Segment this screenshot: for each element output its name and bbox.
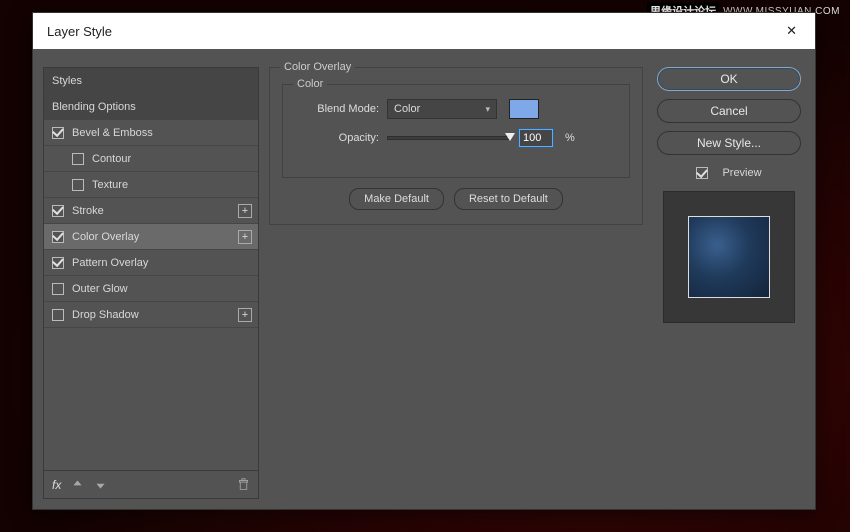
close-icon[interactable]: ✕ (778, 19, 805, 43)
style-label: Texture (92, 179, 128, 191)
ok-button[interactable]: OK (657, 67, 801, 91)
style-label: Drop Shadow (72, 309, 139, 321)
dialog-title: Layer Style (47, 24, 112, 39)
style-bevel-emboss[interactable]: Bevel & Emboss (44, 120, 258, 146)
styles-footer: fx (43, 471, 259, 499)
style-texture[interactable]: Texture (44, 172, 258, 198)
blend-mode-label: Blend Mode: (295, 103, 379, 115)
styles-header[interactable]: Styles (44, 68, 258, 94)
preview-box (663, 191, 795, 323)
trash-icon[interactable] (237, 478, 250, 491)
checkbox-icon[interactable] (52, 257, 64, 269)
arrow-down-icon[interactable] (94, 478, 107, 491)
style-label: Pattern Overlay (72, 257, 148, 269)
blend-mode-row: Blend Mode: Color ▾ (295, 99, 617, 119)
style-label: Bevel & Emboss (72, 127, 153, 139)
plus-icon[interactable]: + (238, 204, 252, 218)
style-outer-glow[interactable]: Outer Glow (44, 276, 258, 302)
opacity-row: Opacity: % (295, 129, 617, 147)
styles-panel: Styles Blending Options Bevel & Emboss C… (43, 67, 259, 499)
styles-list: Styles Blending Options Bevel & Emboss C… (43, 67, 259, 471)
checkbox-icon[interactable] (696, 167, 708, 179)
fx-icon[interactable]: fx (52, 478, 61, 492)
cancel-button[interactable]: Cancel (657, 99, 801, 123)
styles-header-label: Styles (52, 75, 82, 87)
style-label: Outer Glow (72, 283, 128, 295)
style-contour[interactable]: Contour (44, 146, 258, 172)
checkbox-icon[interactable] (52, 231, 64, 243)
preview-toggle[interactable]: Preview (696, 167, 761, 179)
style-label: Contour (92, 153, 131, 165)
color-group: Color Blend Mode: Color ▾ Opacity: (282, 84, 630, 178)
opacity-unit: % (565, 132, 575, 144)
slider-thumb-icon[interactable] (505, 133, 515, 141)
style-label: Stroke (72, 205, 104, 217)
chevron-down-icon: ▾ (485, 104, 490, 115)
new-style-button[interactable]: New Style... (657, 131, 801, 155)
actions-panel: OK Cancel New Style... Preview (653, 49, 805, 499)
checkbox-icon[interactable] (72, 153, 84, 165)
dialog-body: Styles Blending Options Bevel & Emboss C… (33, 49, 815, 509)
plus-icon[interactable]: + (238, 308, 252, 322)
reset-default-button[interactable]: Reset to Default (454, 188, 563, 210)
opacity-input[interactable] (519, 129, 553, 147)
preview-thumbnail (688, 216, 770, 298)
color-overlay-group: Color Overlay Color Blend Mode: Color ▾ … (269, 67, 643, 225)
titlebar[interactable]: Layer Style ✕ (33, 13, 815, 49)
opacity-label: Opacity: (295, 132, 379, 144)
group-legend: Color Overlay (280, 61, 355, 73)
style-pattern-overlay[interactable]: Pattern Overlay (44, 250, 258, 276)
style-color-overlay[interactable]: Color Overlay + (44, 224, 258, 250)
color-legend: Color (293, 78, 327, 90)
color-swatch[interactable] (509, 99, 539, 119)
style-label: Color Overlay (72, 231, 139, 243)
plus-icon[interactable]: + (238, 230, 252, 244)
preview-label: Preview (722, 167, 761, 179)
checkbox-icon[interactable] (52, 205, 64, 217)
layer-style-dialog: Layer Style ✕ Styles Blending Options Be… (32, 12, 816, 510)
style-drop-shadow[interactable]: Drop Shadow + (44, 302, 258, 328)
blending-options[interactable]: Blending Options (44, 94, 258, 120)
style-stroke[interactable]: Stroke + (44, 198, 258, 224)
make-default-button[interactable]: Make Default (349, 188, 444, 210)
blending-options-label: Blending Options (52, 101, 136, 113)
blend-mode-value: Color (394, 103, 420, 115)
checkbox-icon[interactable] (72, 179, 84, 191)
blend-mode-select[interactable]: Color ▾ (387, 99, 497, 119)
options-panel: Color Overlay Color Blend Mode: Color ▾ … (269, 49, 643, 499)
opacity-slider[interactable] (387, 136, 511, 140)
checkbox-icon[interactable] (52, 283, 64, 295)
arrow-up-icon[interactable] (71, 478, 84, 491)
checkbox-icon[interactable] (52, 309, 64, 321)
checkbox-icon[interactable] (52, 127, 64, 139)
default-buttons: Make Default Reset to Default (282, 188, 630, 210)
